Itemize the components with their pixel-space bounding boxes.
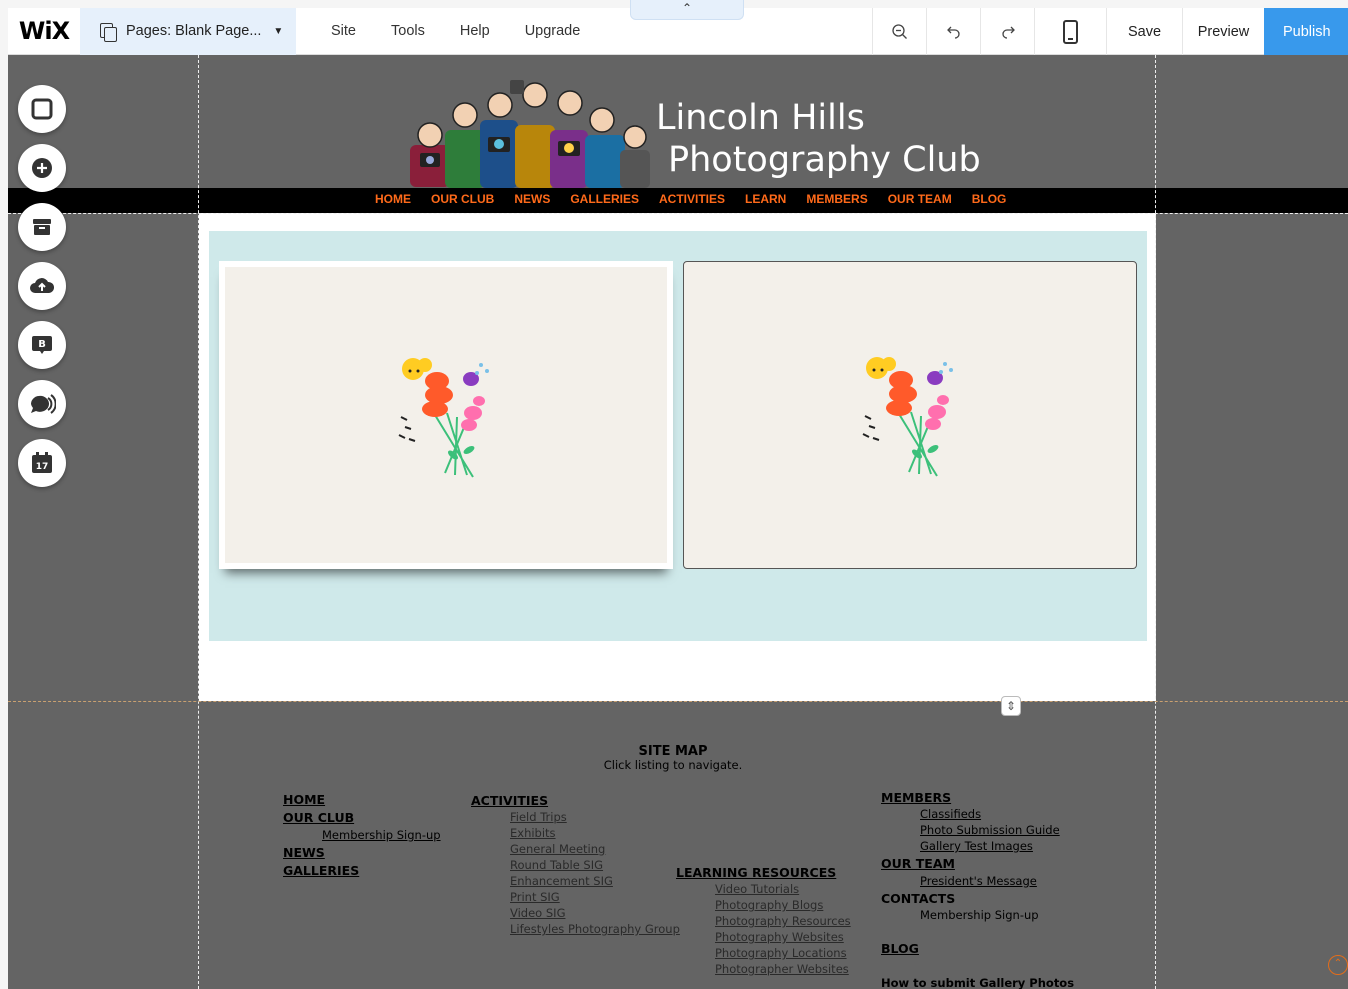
sitemap-link-general-meeting[interactable]: General Meeting — [510, 842, 605, 856]
undo-icon — [946, 26, 960, 39]
sitemap-link-activities[interactable]: ACTIVITIES — [471, 793, 548, 808]
chevron-down-icon: ▼ — [273, 25, 284, 37]
sitemap-link-photo-websites[interactable]: Photography Websites — [715, 930, 844, 944]
zoom-button[interactable] — [872, 8, 926, 55]
sitemap-link-enhancement[interactable]: Enhancement SIG — [510, 874, 613, 888]
sitemap-link-blog[interactable]: BLOG — [881, 941, 919, 956]
sitemap-link-how-to-submit[interactable]: How to submit Gallery Photos — [881, 976, 1074, 989]
blog-button[interactable]: B — [18, 321, 66, 369]
sitemap-link-home[interactable]: HOME — [283, 792, 325, 807]
undo-button[interactable] — [926, 8, 980, 55]
sitemap-link-classifieds[interactable]: Classifieds — [920, 807, 981, 821]
sitemap-link-lifestyles[interactable]: Lifestyles Photography Group — [510, 922, 680, 936]
menu-upgrade[interactable]: Upgrade — [525, 23, 581, 39]
section-resize-handle[interactable]: ⇕ — [1001, 696, 1021, 716]
sitemap-link-our-club[interactable]: OUR CLUB — [283, 810, 354, 825]
upload-button[interactable] — [18, 262, 66, 310]
sitemap-link-video-sig[interactable]: Video SIG — [510, 906, 565, 920]
save-button[interactable]: Save — [1106, 8, 1182, 55]
left-toolbar: B 17 — [18, 85, 68, 498]
zoom-out-icon — [891, 23, 907, 39]
plus-circle-icon — [32, 158, 52, 178]
background-button[interactable] — [18, 85, 66, 133]
scroll-to-top-icon[interactable]: ⌃ — [1328, 955, 1348, 975]
sitemap-link-round-table[interactable]: Round Table SIG — [510, 858, 603, 872]
publish-button[interactable]: Publish — [1264, 8, 1348, 55]
store-icon — [33, 219, 51, 235]
menu-site[interactable]: Site — [331, 23, 356, 39]
sitemap-link-photo-submission[interactable]: Photo Submission Guide — [920, 823, 1060, 837]
sitemap-link-galleries[interactable]: GALLERIES — [283, 863, 359, 878]
footer-guide-line — [8, 701, 1348, 702]
sitemap-link-photo-blogs[interactable]: Photography Blogs — [715, 898, 823, 912]
preview-button[interactable]: Preview — [1182, 8, 1264, 55]
sitemap-link-our-team[interactable]: OUR TEAM — [881, 856, 955, 871]
pages-icon — [98, 22, 117, 42]
sitemap-link-photo-resources[interactable]: Photography Resources — [715, 914, 851, 928]
collapse-topbar-tab[interactable]: ⌃ — [630, 0, 744, 20]
pages-dropdown[interactable]: Pages: Blank Page... ▼ — [80, 7, 296, 55]
sitemap-link-gallery-test[interactable]: Gallery Test Images — [920, 839, 1033, 853]
chat-icon — [30, 394, 56, 414]
menu-tools[interactable]: Tools — [391, 23, 425, 39]
redo-button[interactable] — [980, 8, 1034, 55]
sitemap-link-members[interactable]: MEMBERS — [881, 790, 951, 805]
sitemap-link-learning-resources[interactable]: LEARNING RESOURCES — [676, 865, 836, 880]
topbar-right-tools: Save Preview Publish — [872, 8, 1348, 55]
wix-logo[interactable]: WiX — [8, 8, 80, 55]
square-icon — [31, 98, 53, 120]
calendar-icon: 17 — [32, 452, 52, 473]
blog-icon: B — [32, 336, 52, 354]
sitemap-link-video-tutorials[interactable]: Video Tutorials — [715, 882, 799, 896]
menu-help[interactable]: Help — [460, 23, 490, 39]
sitemap-link-photographer-websites[interactable]: Photographer Websites — [715, 962, 849, 976]
bookings-button[interactable]: 17 — [18, 439, 66, 487]
add-button[interactable] — [18, 144, 66, 192]
editor-topbar: WiX Pages: Blank Page... ▼ Site Tools He… — [8, 0, 1348, 55]
sitemap-link-photo-locations[interactable]: Photography Locations — [715, 946, 847, 960]
cloud-upload-icon — [30, 278, 55, 293]
header-guide-line — [8, 213, 1348, 214]
mobile-phone-icon — [1063, 19, 1078, 44]
svg-text:B: B — [38, 339, 46, 350]
sitemap-link-exhibits[interactable]: Exhibits — [510, 826, 556, 840]
sitemap-subtitle: Click listing to navigate. — [603, 758, 743, 772]
chat-button[interactable] — [18, 380, 66, 428]
app-market-button[interactable] — [18, 203, 66, 251]
sitemap-link-news[interactable]: NEWS — [283, 845, 325, 860]
editor-canvas: Lincoln Hills Photography Club HOME OUR … — [8, 55, 1348, 989]
sitemap-link-field-trips[interactable]: Field Trips — [510, 810, 567, 824]
top-menu: Site Tools Help Upgrade — [331, 23, 615, 39]
sitemap-link-membership[interactable]: Membership Sign-up — [322, 828, 441, 842]
mobile-view-button[interactable] — [1034, 8, 1106, 55]
sitemap-link-contacts[interactable]: CONTACTS — [881, 891, 955, 906]
sitemap-link-president[interactable]: President's Message — [920, 874, 1037, 888]
sitemap-link-membership-2[interactable]: Membership Sign-up — [920, 908, 1039, 922]
sitemap-link-print-sig[interactable]: Print SIG — [510, 890, 560, 904]
redo-icon — [1001, 26, 1015, 39]
svg-text:17: 17 — [36, 462, 49, 472]
pages-dropdown-label: Pages: Blank Page... — [126, 23, 262, 39]
sitemap-title: SITE MAP — [638, 744, 708, 759]
